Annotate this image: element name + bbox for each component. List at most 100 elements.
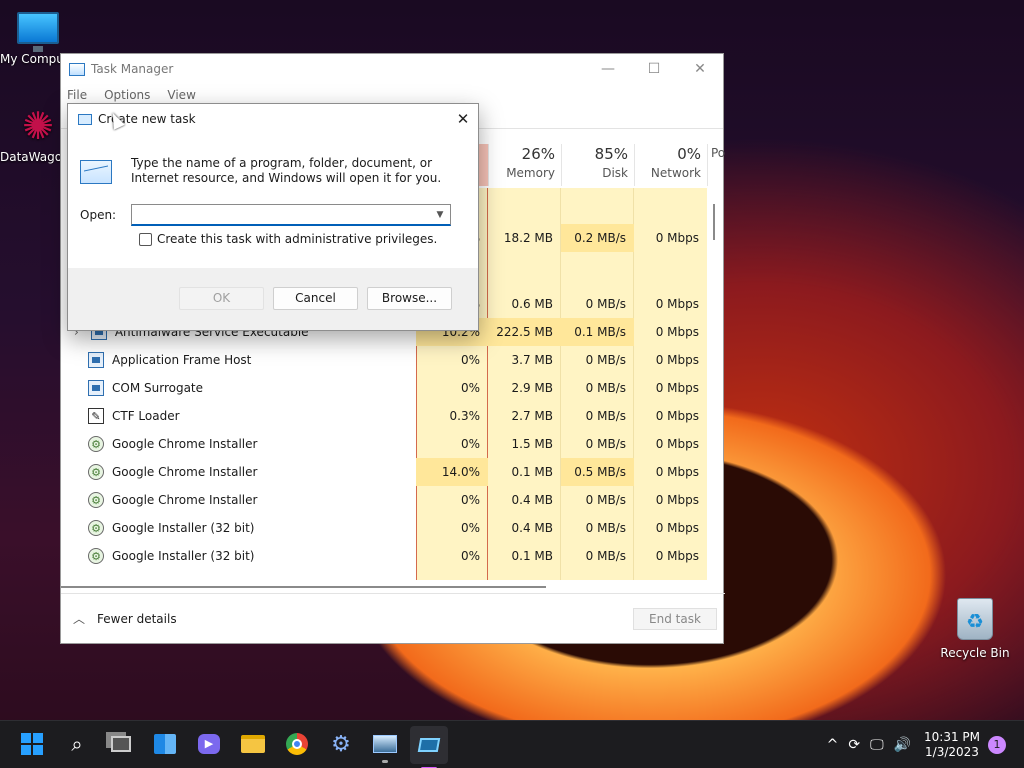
table-row[interactable]: ✎ CTF Loader 0.3% 2.7 MB 0 MB/s 0 Mbps [61,402,709,430]
search-icon[interactable]: ⌕ [64,731,90,757]
disk-cell: 0 MB/s [585,297,626,311]
notification-badge[interactable]: 1 [988,736,1006,754]
column-header-power[interactable]: Po [707,144,725,186]
close-button[interactable]: ✕ [677,54,723,84]
dialog-footer: OK Cancel Browse... [68,268,478,330]
installer-icon: ⚙ [88,520,104,536]
checkbox-box[interactable] [139,232,152,246]
cpu-cell: 0% [460,549,480,563]
date: 1/3/2023 [925,745,979,759]
process-name: Google Chrome Installer [112,437,258,451]
network-cell: 0 Mbps [655,409,699,423]
network-label: Network [650,166,701,180]
task-view-icon[interactable] [108,731,134,757]
vertical-scrollbar[interactable] [713,204,715,240]
cpu-cell: 0% [460,353,480,367]
desktop-icon-recycle-bin[interactable]: Recycle Bin [937,598,1013,660]
memory-cell: 0.6 MB [511,297,553,311]
process-name: Google Installer (32 bit) [112,549,255,563]
table-row[interactable]: COM Surrogate 0% 2.9 MB 0 MB/s 0 Mbps [61,374,709,402]
installer-icon: ⚙ [88,436,104,452]
recycle-bin-icon [957,598,993,640]
process-name: Google Installer (32 bit) [112,521,255,535]
memory-cell: 2.7 MB [511,409,553,423]
network-cell: 0 Mbps [655,465,699,479]
file-explorer-icon[interactable] [240,731,266,757]
memory-cell: 1.5 MB [511,437,553,451]
window-icon [88,352,104,368]
disk-cell: 0.2 MB/s [561,224,634,252]
run-icon[interactable] [410,726,448,768]
column-header-memory[interactable]: 26% Memory [488,144,561,186]
cpu-cell: 14.0% [416,458,488,486]
network-percent: 0% [677,145,701,163]
memory-label: Memory [506,166,555,180]
fewer-details-label: Fewer details [97,611,177,626]
clock[interactable]: 10:31 PM 1/3/2023 [924,730,980,760]
chrome-icon[interactable] [284,731,310,757]
disk-percent: 85% [594,145,628,163]
cpu-cell: 0% [460,521,480,535]
table-row[interactable]: Application Frame Host 0% 3.7 MB 0 MB/s … [61,346,709,374]
menu-options[interactable]: Options [104,88,150,102]
cpu-cell: 0.3% [449,409,481,423]
footer: ︿ Fewer details End task [61,593,725,643]
horizontal-scrollbar[interactable] [61,580,709,594]
menu-view[interactable]: View [167,88,195,102]
volume-icon[interactable]: 🔊 [894,737,911,753]
browse-button[interactable]: Browse... [367,287,452,310]
desktop-icon-label: DataWagon [0,150,60,164]
network-cell: 0 Mbps [655,493,699,507]
disk-cell: 0 MB/s [585,493,626,507]
cancel-button[interactable]: Cancel [273,287,358,310]
system-tray: ^ ⟳ 🖵 🔊 10:31 PM 1/3/2023 1 [822,721,1024,768]
chevron-up-icon[interactable]: ^ [827,737,839,753]
chat-icon[interactable]: ▶ [196,731,222,757]
disk-cell: 0 MB/s [585,437,626,451]
network-cell: 0 Mbps [655,437,699,451]
monitor-icon [17,12,59,52]
run-icon [78,113,92,125]
network-cell: 0 Mbps [655,549,699,563]
ok-button[interactable]: OK [179,287,264,310]
dialog-title-bar: Create new task ✕ [68,104,478,134]
settings-icon[interactable]: ⚙ [328,731,354,757]
network-icon[interactable]: 🖵 [870,737,884,753]
taskbar: ⌕ ▶ ⚙ ^ ⟳ 🖵 🔊 10:31 PM 1/3/2023 1 [0,720,1024,768]
table-row[interactable]: ⚙ Google Chrome Installer 0% 0.4 MB 0 MB/… [61,486,709,514]
task-manager-icon[interactable] [372,731,398,763]
cpu-cell: 0% [460,437,480,451]
run-program-icon [80,160,112,184]
sync-icon[interactable]: ⟳ [848,737,860,753]
start-icon[interactable] [19,731,45,757]
table-row[interactable]: ⚙ Google Chrome Installer 14.0% 0.1 MB 0.… [61,458,709,486]
disk-cell: 0 MB/s [585,353,626,367]
minimize-button[interactable]: — [585,54,631,84]
disk-cell: 0.5 MB/s [561,458,634,486]
table-row[interactable]: ⚙ Google Installer (32 bit) 0% 0.1 MB 0 M… [61,542,709,570]
open-input[interactable] [131,204,451,226]
cpu-cell: 0% [460,381,480,395]
memory-cell: 0.4 MB [511,521,553,535]
table-row[interactable]: ⚙ Google Installer (32 bit) 0% 0.4 MB 0 M… [61,514,709,542]
chevron-down-icon[interactable]: ▼ [431,206,449,224]
fewer-details-button[interactable]: ︿ Fewer details [73,610,177,627]
end-task-button[interactable]: End task [633,608,717,630]
admin-privileges-checkbox[interactable]: Create this task with administrative pri… [139,232,437,246]
disk-cell: 0 MB/s [585,409,626,423]
dialog-close-button[interactable]: ✕ [448,104,478,134]
table-row[interactable]: ⚙ Google Chrome Installer 0% 1.5 MB 0 MB/… [61,430,709,458]
maximize-button[interactable]: ☐ [631,54,677,84]
disk-cell: 0.1 MB/s [561,318,634,346]
network-cell: 0 Mbps [655,353,699,367]
process-name: COM Surrogate [112,381,204,395]
column-header-network[interactable]: 0% Network [634,144,707,186]
network-cell: 0 Mbps [655,325,699,339]
disk-cell: 0 MB/s [585,521,626,535]
column-header-disk[interactable]: 85% Disk [561,144,634,186]
widgets-icon[interactable] [152,731,178,757]
scrollbar-thumb[interactable] [61,586,546,588]
memory-cell: 2.9 MB [511,381,553,395]
menu-file[interactable]: File [67,88,87,102]
disk-label: Disk [602,166,628,180]
